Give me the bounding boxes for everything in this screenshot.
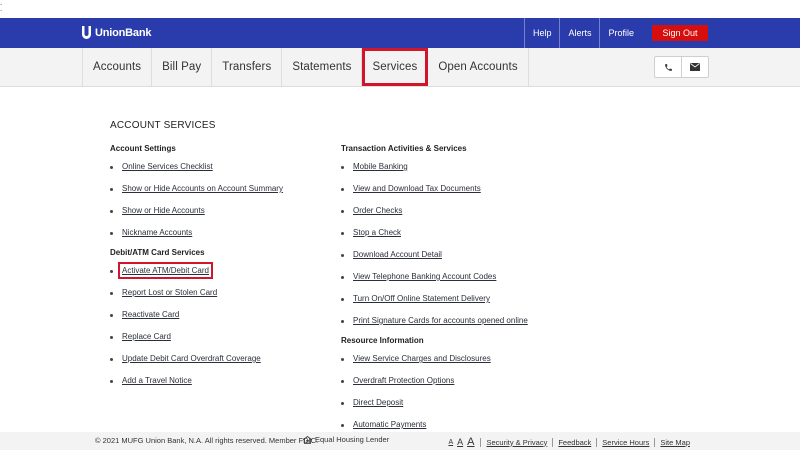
overdraft-protection-link[interactable]: Overdraft Protection Options <box>353 376 454 385</box>
right-column: Transaction Activities & Services Mobile… <box>341 144 528 436</box>
list-item: Print Signature Cards for accounts opene… <box>341 310 528 332</box>
unionbank-logo-icon <box>82 26 91 39</box>
online-services-checklist-link[interactable]: Online Services Checklist <box>122 162 213 171</box>
replace-card-link[interactable]: Replace Card <box>122 332 171 341</box>
service-charges-link[interactable]: View Service Charges and Disclosures <box>353 354 491 363</box>
security-privacy-link[interactable]: Security & Privacy <box>480 437 552 447</box>
list-item: View Telephone Banking Account Codes <box>341 266 528 288</box>
unionbank-logo[interactable]: UnionBank <box>82 26 151 39</box>
list-item: View and Download Tax Documents <box>341 178 528 200</box>
phone-icon <box>664 63 672 71</box>
section-title-transaction-activities: Transaction Activities & Services <box>341 144 467 153</box>
add-travel-notice-link[interactable]: Add a Travel Notice <box>122 376 192 385</box>
show-hide-accounts-link[interactable]: Show or Hide Accounts <box>122 206 205 215</box>
font-size-small[interactable]: A <box>448 439 453 446</box>
statement-delivery-link[interactable]: Turn On/Off Online Statement Delivery <box>353 294 490 303</box>
nav-services[interactable]: Services <box>362 48 429 86</box>
service-hours-link[interactable]: Service Hours <box>596 437 654 447</box>
alerts-link[interactable]: Alerts <box>559 18 599 48</box>
footer: © 2021 MUFG Union Bank, N.A. All rights … <box>0 432 800 450</box>
main-nav: Accounts Bill Pay Transfers Statements S… <box>82 48 529 86</box>
list-item: Nickname Accounts <box>110 222 283 244</box>
list-item: Show or Hide Accounts on Account Summary <box>110 178 283 200</box>
brand-name: UnionBank <box>95 26 152 39</box>
list-item: Activate ATM/Debit Card <box>110 260 283 282</box>
nav-transfers[interactable]: Transfers <box>212 48 283 86</box>
list-item: Download Account Detail <box>341 244 528 266</box>
download-account-detail-link[interactable]: Download Account Detail <box>353 250 442 259</box>
nav-statements[interactable]: Statements <box>282 48 363 86</box>
list-item: Mobile Banking <box>341 156 528 178</box>
page-title: ACCOUNT SERVICES <box>110 120 216 131</box>
automatic-payments-link[interactable]: Automatic Payments <box>353 420 426 429</box>
copyright-text: © 2021 MUFG Union Bank, N.A. All rights … <box>95 436 319 445</box>
direct-deposit-link[interactable]: Direct Deposit <box>353 398 403 407</box>
equal-housing-lender: Equal Housing Lender <box>303 435 389 444</box>
section-title-resource-information: Resource Information <box>341 336 424 345</box>
profile-link[interactable]: Profile <box>599 18 642 48</box>
nav-accounts[interactable]: Accounts <box>83 48 153 86</box>
resource-information-list: View Service Charges and Disclosures Ove… <box>341 348 528 436</box>
top-header-bar: UnionBank Help Alerts Profile Sign Out <box>0 18 800 48</box>
nav-open-accounts[interactable]: Open Accounts <box>428 48 529 86</box>
stop-check-link[interactable]: Stop a Check <box>353 228 401 237</box>
section-title-debit-atm: Debit/ATM Card Services <box>110 248 205 257</box>
email-button[interactable] <box>681 57 708 77</box>
list-item: Reactivate Card <box>110 304 283 326</box>
telephone-banking-codes-link[interactable]: View Telephone Banking Account Codes <box>353 272 496 281</box>
list-item: Direct Deposit <box>341 392 528 414</box>
equal-housing-text: Equal Housing Lender <box>315 435 390 444</box>
debit-atm-list: Activate ATM/Debit Card Report Lost or S… <box>110 260 283 392</box>
list-item: Update Debit Card Overdraft Coverage <box>110 348 283 370</box>
mobile-banking-link[interactable]: Mobile Banking <box>353 162 408 171</box>
list-item: View Service Charges and Disclosures <box>341 348 528 370</box>
footer-links: A A A Security & Privacy Feedback Servic… <box>448 436 695 448</box>
nickname-accounts-link[interactable]: Nickname Accounts <box>122 228 192 237</box>
activate-atm-debit-card-link[interactable]: Activate ATM/Debit Card <box>118 262 213 279</box>
main-navigation-bar: Accounts Bill Pay Transfers Statements S… <box>0 48 800 87</box>
sign-out-button[interactable]: Sign Out <box>652 25 708 41</box>
window-corner-dots: .. <box>0 0 3 13</box>
list-item: Show or Hide Accounts <box>110 200 283 222</box>
list-item: Replace Card <box>110 326 283 348</box>
phone-button[interactable] <box>655 57 681 77</box>
update-overdraft-coverage-link[interactable]: Update Debit Card Overdraft Coverage <box>122 354 261 363</box>
site-map-link[interactable]: Site Map <box>654 437 695 447</box>
account-settings-list: Online Services Checklist Show or Hide A… <box>110 156 283 244</box>
reactivate-card-link[interactable]: Reactivate Card <box>122 310 179 319</box>
left-column: Account Settings Online Services Checkli… <box>110 144 283 392</box>
report-lost-stolen-card-link[interactable]: Report Lost or Stolen Card <box>122 288 217 297</box>
mail-icon <box>690 63 700 71</box>
order-checks-link[interactable]: Order Checks <box>353 206 402 215</box>
font-size-large[interactable]: A <box>467 436 474 448</box>
list-item: Turn On/Off Online Statement Delivery <box>341 288 528 310</box>
feedback-link[interactable]: Feedback <box>552 437 596 447</box>
list-item: Stop a Check <box>341 222 528 244</box>
font-size-medium[interactable]: A <box>457 437 463 447</box>
list-item: Add a Travel Notice <box>110 370 283 392</box>
contact-buttons <box>654 56 709 78</box>
nav-bill-pay[interactable]: Bill Pay <box>152 48 213 86</box>
help-link[interactable]: Help <box>523 18 560 48</box>
section-title-account-settings: Account Settings <box>110 144 176 153</box>
house-icon <box>303 435 312 444</box>
list-item: Online Services Checklist <box>110 156 283 178</box>
print-signature-cards-link[interactable]: Print Signature Cards for accounts opene… <box>353 316 528 325</box>
list-item: Order Checks <box>341 200 528 222</box>
transaction-activities-list: Mobile Banking View and Download Tax Doc… <box>341 156 528 332</box>
list-item: Overdraft Protection Options <box>341 370 528 392</box>
tax-documents-link[interactable]: View and Download Tax Documents <box>353 184 481 193</box>
list-item: Report Lost or Stolen Card <box>110 282 283 304</box>
show-hide-accounts-summary-link[interactable]: Show or Hide Accounts on Account Summary <box>122 184 283 193</box>
